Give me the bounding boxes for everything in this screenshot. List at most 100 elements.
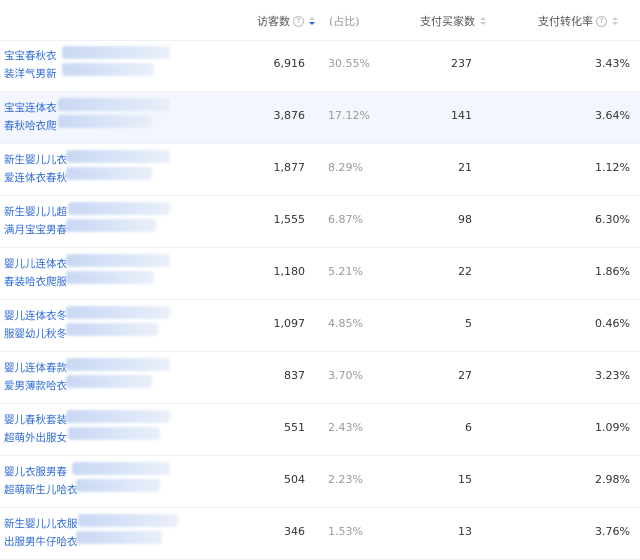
rate-value: 1.86% — [595, 265, 630, 278]
redacted-text — [66, 254, 170, 267]
buyers-value: 21 — [458, 161, 472, 174]
product-name[interactable]: 婴儿儿连体衣 春装哈衣爬服 — [4, 255, 67, 291]
share-value: 17.12% — [328, 109, 370, 122]
column-share-label: (占比) — [329, 15, 360, 28]
product-name[interactable]: 宝宝连体衣 春秋哈衣爬 — [4, 99, 57, 135]
table-row[interactable]: 宝宝连体衣 春秋哈衣爬 3,876 17.12% 141 3.64% — [0, 92, 640, 144]
table-body: 宝宝春秋衣 装洋气男新 6,916 30.55% 237 3.43% 宝宝连体衣… — [0, 40, 640, 560]
redacted-text — [66, 167, 152, 180]
product-name-line: 超萌外出服女 — [4, 432, 67, 444]
product-name-line: 新生婴儿儿衣服 — [4, 518, 78, 530]
product-name-line: 爱连体衣春秋 — [4, 172, 67, 184]
visitors-value: 3,876 — [273, 109, 306, 122]
rate-value: 3.76% — [595, 525, 630, 538]
visitors-value: 837 — [284, 369, 305, 382]
redacted-text — [68, 427, 160, 440]
visitors-value: 346 — [284, 525, 305, 538]
product-name[interactable]: 婴儿连体衣冬 服婴幼儿秋冬 — [4, 307, 67, 343]
table-row[interactable]: 婴儿儿连体衣 春装哈衣爬服 1,180 5.21% 22 1.86% — [0, 248, 640, 300]
redacted-text — [72, 462, 170, 475]
product-name-line: 婴儿儿连体衣 — [4, 258, 67, 270]
product-name-line: 装洋气男新 — [4, 68, 57, 80]
product-name[interactable]: 新生婴儿儿衣服 出服男牛仔哈衣 — [4, 515, 78, 551]
column-visitors-label: 访客数 — [257, 15, 290, 28]
product-name-line: 满月宝宝男春 — [4, 224, 67, 236]
buyers-value: 141 — [451, 109, 472, 122]
sort-icon[interactable] — [480, 17, 486, 25]
column-rate-label: 支付转化率 — [538, 15, 593, 28]
product-stats-table: 访客数 ? (占比) 支付买家数 支付转化率 ? 宝宝春秋衣 装洋气男新 6,9… — [0, 0, 640, 560]
redacted-text — [76, 531, 162, 544]
product-name-line: 春秋哈衣爬 — [4, 120, 57, 132]
share-value: 4.85% — [328, 317, 363, 330]
buyers-value: 13 — [458, 525, 472, 538]
help-icon[interactable]: ? — [293, 15, 304, 27]
product-name-line: 服婴幼儿秋冬 — [4, 328, 67, 340]
visitors-value: 1,097 — [273, 317, 306, 330]
redacted-text — [62, 63, 154, 76]
product-name[interactable]: 婴儿春秋套装 超萌外出服女 — [4, 411, 67, 447]
product-name-line: 婴儿衣服男春 — [4, 466, 67, 478]
product-name[interactable]: 婴儿连体春款 爱男薄款哈衣 — [4, 359, 67, 395]
column-share: (占比) — [329, 13, 360, 29]
buyers-value: 22 — [458, 265, 472, 278]
redacted-text — [68, 202, 170, 215]
share-value: 30.55% — [328, 57, 370, 70]
product-name-line: 春装哈衣爬服 — [4, 276, 67, 288]
visitors-value: 1,555 — [273, 213, 306, 226]
column-rate[interactable]: 支付转化率 ? — [538, 13, 618, 29]
redacted-text — [66, 219, 156, 232]
column-buyers[interactable]: 支付买家数 — [420, 13, 486, 29]
help-icon[interactable]: ? — [596, 15, 607, 27]
redacted-text — [66, 410, 170, 423]
share-value: 3.70% — [328, 369, 363, 382]
rate-value: 6.30% — [595, 213, 630, 226]
product-name-line: 新生婴儿儿衣 — [4, 154, 67, 166]
visitors-value: 1,180 — [273, 265, 306, 278]
table-row[interactable]: 婴儿春秋套装 超萌外出服女 551 2.43% 6 1.09% — [0, 404, 640, 456]
table-row[interactable]: 婴儿连体春款 爱男薄款哈衣 837 3.70% 27 3.23% — [0, 352, 640, 404]
redacted-text — [76, 479, 160, 492]
product-name-line: 新生婴儿儿超 — [4, 206, 67, 218]
product-name-line: 宝宝连体衣 — [4, 102, 57, 114]
table-row[interactable]: 新生婴儿儿超 满月宝宝男春 1,555 6.87% 98 6.30% — [0, 196, 640, 248]
share-value: 1.53% — [328, 525, 363, 538]
rate-value: 2.98% — [595, 473, 630, 486]
share-value: 5.21% — [328, 265, 363, 278]
product-name-line: 婴儿春秋套装 — [4, 414, 67, 426]
product-name-line: 宝宝春秋衣 — [4, 50, 57, 62]
redacted-text — [58, 115, 152, 128]
visitors-value: 504 — [284, 473, 305, 486]
product-name-line: 超萌新生儿哈衣 — [4, 484, 78, 496]
buyers-value: 5 — [465, 317, 472, 330]
product-name[interactable]: 新生婴儿儿超 满月宝宝男春 — [4, 203, 67, 239]
sort-icon[interactable] — [309, 17, 315, 25]
table-row[interactable]: 婴儿连体衣冬 服婴幼儿秋冬 1,097 4.85% 5 0.46% — [0, 300, 640, 352]
visitors-value: 6,916 — [273, 57, 306, 70]
table-row[interactable]: 新生婴儿儿衣 爱连体衣春秋 1,877 8.29% 21 1.12% — [0, 144, 640, 196]
product-name-line: 婴儿连体春款 — [4, 362, 67, 374]
buyers-value: 237 — [451, 57, 472, 70]
redacted-text — [66, 358, 170, 371]
sort-icon[interactable] — [612, 17, 618, 25]
redacted-text — [66, 271, 154, 284]
buyers-value: 27 — [458, 369, 472, 382]
column-visitors[interactable]: 访客数 ? — [257, 13, 315, 29]
product-name[interactable]: 宝宝春秋衣 装洋气男新 — [4, 47, 57, 83]
product-name-line: 爱男薄款哈衣 — [4, 380, 67, 392]
redacted-text — [62, 46, 170, 59]
redacted-text — [66, 323, 158, 336]
share-value: 2.43% — [328, 421, 363, 434]
buyers-value: 15 — [458, 473, 472, 486]
product-name[interactable]: 新生婴儿儿衣 爱连体衣春秋 — [4, 151, 67, 187]
table-row[interactable]: 婴儿衣服男春 超萌新生儿哈衣 504 2.23% 15 2.98% — [0, 456, 640, 508]
product-name-line: 婴儿连体衣冬 — [4, 310, 67, 322]
table-row[interactable]: 新生婴儿儿衣服 出服男牛仔哈衣 346 1.53% 13 3.76% — [0, 508, 640, 560]
share-value: 6.87% — [328, 213, 363, 226]
product-name[interactable]: 婴儿衣服男春 超萌新生儿哈衣 — [4, 463, 78, 499]
table-row[interactable]: 宝宝春秋衣 装洋气男新 6,916 30.55% 237 3.43% — [0, 40, 640, 92]
buyers-value: 6 — [465, 421, 472, 434]
share-value: 2.23% — [328, 473, 363, 486]
buyers-value: 98 — [458, 213, 472, 226]
product-name-line: 出服男牛仔哈衣 — [4, 536, 78, 548]
